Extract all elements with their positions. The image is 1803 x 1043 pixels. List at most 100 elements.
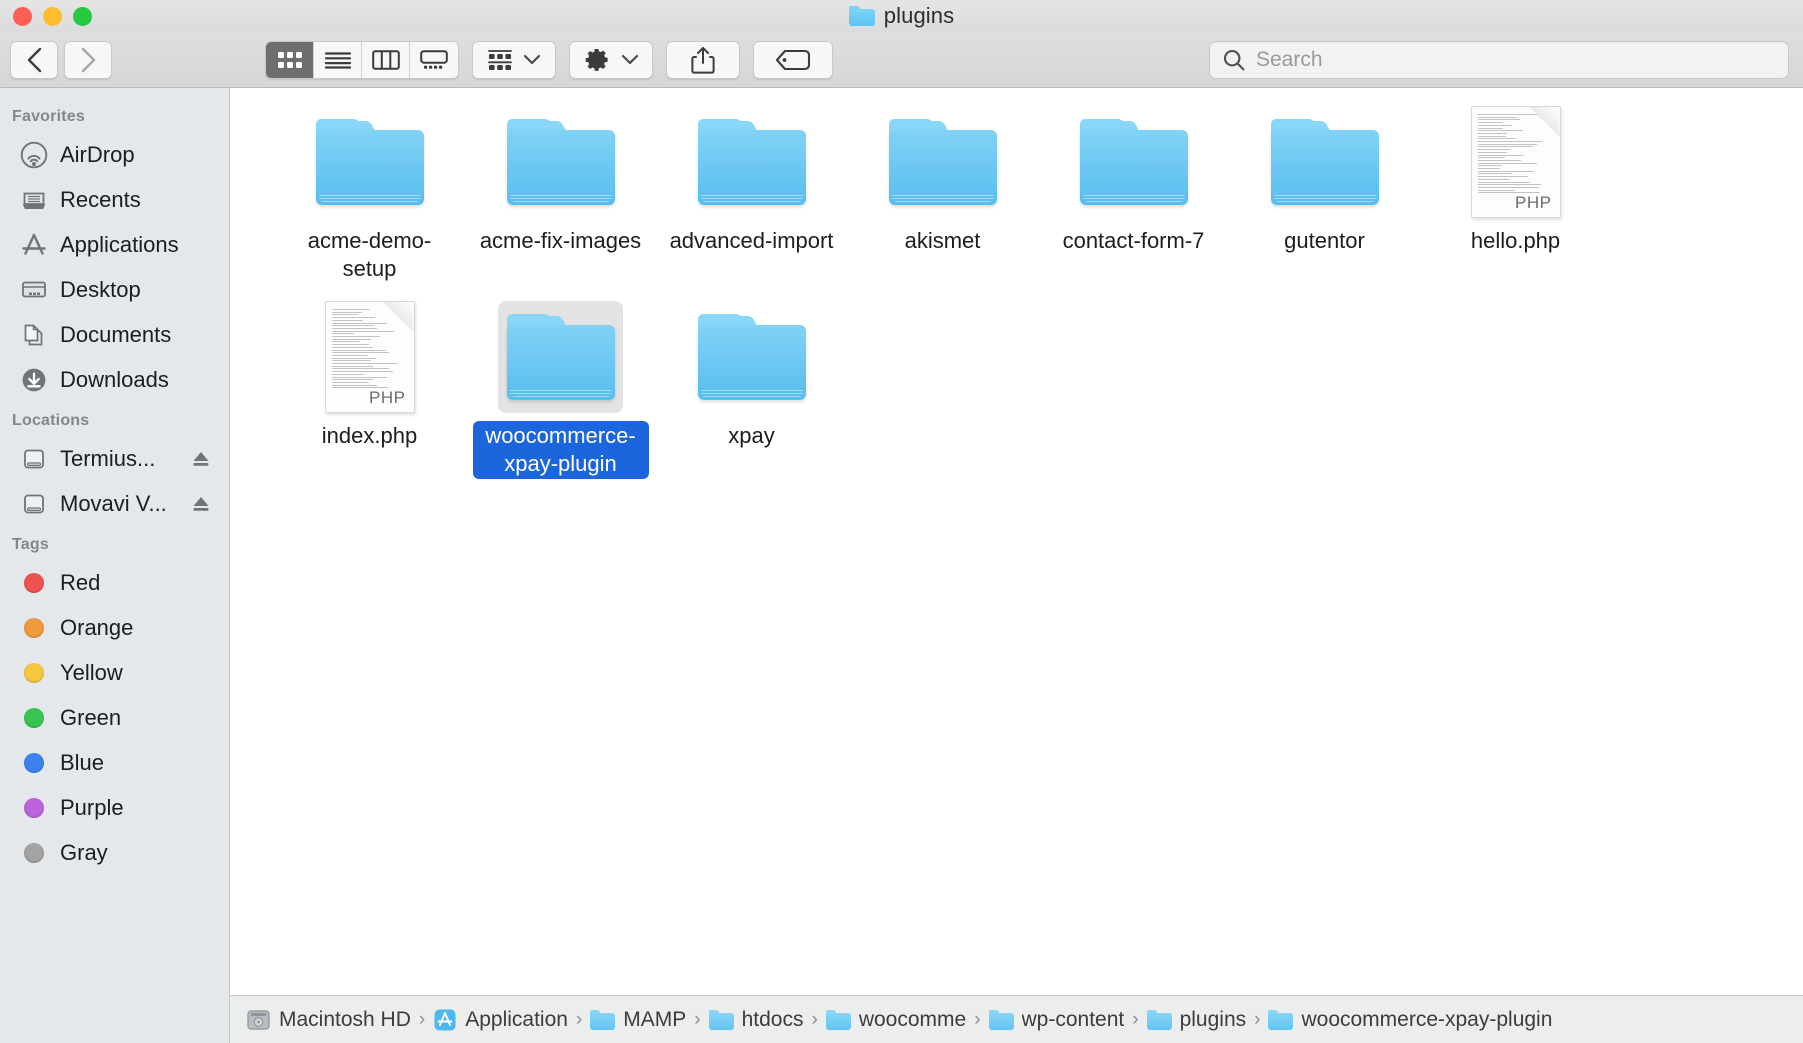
minimize-button[interactable] <box>43 7 62 26</box>
sidebar-item-red[interactable]: Red <box>0 560 229 605</box>
eject-button[interactable] <box>191 494 211 514</box>
sidebar-item-desktop[interactable]: Desktop <box>0 267 229 312</box>
list-view-button[interactable] <box>314 42 362 78</box>
sidebar-item-label: Green <box>60 705 121 731</box>
folder-item[interactable]: contact-form-7 <box>1038 102 1229 297</box>
breadcrumb-item[interactable]: Macintosh HD <box>246 1008 411 1032</box>
tag-dot-icon-wrap <box>20 839 48 867</box>
icon-container <box>498 301 623 413</box>
breadcrumb-label: MAMP <box>623 1008 686 1032</box>
action-menu-button[interactable] <box>569 41 653 79</box>
folder-item[interactable]: acme-fix-images <box>465 102 656 297</box>
chevron-down-icon <box>621 54 639 65</box>
sidebar-item-yellow[interactable]: Yellow <box>0 650 229 695</box>
sidebar-item-label: Purple <box>60 795 124 821</box>
folder-icon <box>709 1010 734 1030</box>
file-item[interactable]: PHP hello.php <box>1420 102 1611 297</box>
path-bar[interactable]: Macintosh HD › Application › MAMP › htdocs › wo… <box>230 995 1803 1043</box>
breadcrumb-label: wp-content <box>1022 1008 1125 1032</box>
desktop-icon-wrap <box>20 276 48 304</box>
sidebar-item-blue[interactable]: Blue <box>0 740 229 785</box>
folder-icon <box>507 119 615 205</box>
sidebar-item-gray[interactable]: Gray <box>0 830 229 875</box>
toolbar: Search <box>0 32 1803 88</box>
forward-button[interactable] <box>64 41 112 79</box>
sidebar-item-downloads[interactable]: Downloads <box>0 357 229 402</box>
folder-item[interactable]: woocommerce-xpay-plugin <box>465 297 656 492</box>
breadcrumb-item[interactable]: woocommerce-xpay-plugin <box>1268 1008 1552 1032</box>
breadcrumb-label: Application <box>465 1008 568 1032</box>
sidebar-item-movavi-v[interactable]: Movavi V... <box>0 481 229 526</box>
breadcrumb-separator: › <box>966 1009 988 1031</box>
column-view-button[interactable] <box>362 42 410 78</box>
folder-icon <box>590 1010 615 1030</box>
breadcrumb-item[interactable]: wp-content <box>989 1008 1125 1032</box>
sidebar-item-termius[interactable]: Termius... <box>0 436 229 481</box>
sidebar-item-green[interactable]: Green <box>0 695 229 740</box>
close-button[interactable] <box>13 7 32 26</box>
sidebar[interactable]: Favorites AirDrop Recents Applications D… <box>0 88 230 1043</box>
search-area: Search <box>846 41 1789 79</box>
breadcrumb-item[interactable]: Application <box>433 1008 568 1032</box>
tag-dot-icon-wrap <box>20 614 48 642</box>
recents-icon <box>20 186 48 214</box>
tag-dot-icon-wrap <box>20 569 48 597</box>
maximize-button[interactable] <box>73 7 92 26</box>
icon-container <box>689 106 814 218</box>
tag-dot-icon <box>24 663 44 683</box>
breadcrumb-separator: › <box>803 1009 825 1031</box>
search-placeholder: Search <box>1256 48 1323 72</box>
breadcrumb-separator: › <box>411 1009 433 1031</box>
share-button[interactable] <box>666 41 740 79</box>
disk-icon-wrap <box>20 490 48 518</box>
folder-item[interactable]: acme-demo-setup <box>274 102 465 297</box>
breadcrumb-item[interactable]: plugins <box>1147 1008 1247 1032</box>
sidebar-item-label: Gray <box>60 840 108 866</box>
app-store-icon <box>433 1008 457 1032</box>
hard-drive-icon <box>246 1009 271 1031</box>
title-bar: plugins <box>0 0 1803 32</box>
airdrop-icon <box>20 141 48 169</box>
gallery-view-button[interactable] <box>410 42 458 78</box>
folder-item[interactable]: advanced-import <box>656 102 847 297</box>
breadcrumb-item[interactable]: htdocs <box>709 1008 804 1032</box>
sidebar-item-label: Movavi V... <box>60 491 167 517</box>
folder-icon <box>507 314 615 400</box>
sidebar-item-orange[interactable]: Orange <box>0 605 229 650</box>
tags-button[interactable] <box>753 41 833 79</box>
tag-dot-icon-wrap <box>20 704 48 732</box>
breadcrumb-separator: › <box>1246 1009 1268 1031</box>
sidebar-item-label: Orange <box>60 615 133 641</box>
search-input[interactable]: Search <box>1209 41 1789 79</box>
breadcrumb-item[interactable]: woocomme <box>826 1008 966 1032</box>
back-button[interactable] <box>10 41 58 79</box>
sidebar-item-documents[interactable]: Documents <box>0 312 229 357</box>
sidebar-item-applications[interactable]: Applications <box>0 222 229 267</box>
list-icon <box>324 51 352 69</box>
icon-view-button[interactable] <box>266 42 314 78</box>
group-by-button[interactable] <box>472 41 556 79</box>
desktop-icon <box>20 276 48 304</box>
breadcrumb-label: woocommerce-xpay-plugin <box>1301 1008 1552 1032</box>
sidebar-item-purple[interactable]: Purple <box>0 785 229 830</box>
file-item[interactable]: PHP index.php <box>274 297 465 492</box>
eject-button[interactable] <box>191 449 211 469</box>
sidebar-item-airdrop[interactable]: AirDrop <box>0 132 229 177</box>
icon-container: PHP <box>307 301 432 413</box>
file-icon-grid[interactable]: acme-demo-setup acme-fix-images advanced-i… <box>230 88 1803 995</box>
sidebar-item-recents[interactable]: Recents <box>0 177 229 222</box>
folder-icon <box>1271 119 1379 205</box>
tag-dot-icon <box>24 708 44 728</box>
chevron-left-icon <box>26 47 43 73</box>
php-badge: PHP <box>1515 193 1551 213</box>
share-icon <box>691 46 715 74</box>
window-title-group: plugins <box>0 0 1803 32</box>
breadcrumb-item[interactable]: MAMP <box>590 1008 686 1032</box>
folder-item[interactable]: xpay <box>656 297 847 492</box>
item-label: contact-form-7 <box>1057 226 1211 256</box>
folder-item[interactable]: gutentor <box>1229 102 1420 297</box>
folder-item[interactable]: akismet <box>847 102 1038 297</box>
sidebar-section-header-favorites: Favorites <box>0 98 229 132</box>
folder-icon <box>698 314 806 400</box>
php-badge: PHP <box>369 388 405 408</box>
